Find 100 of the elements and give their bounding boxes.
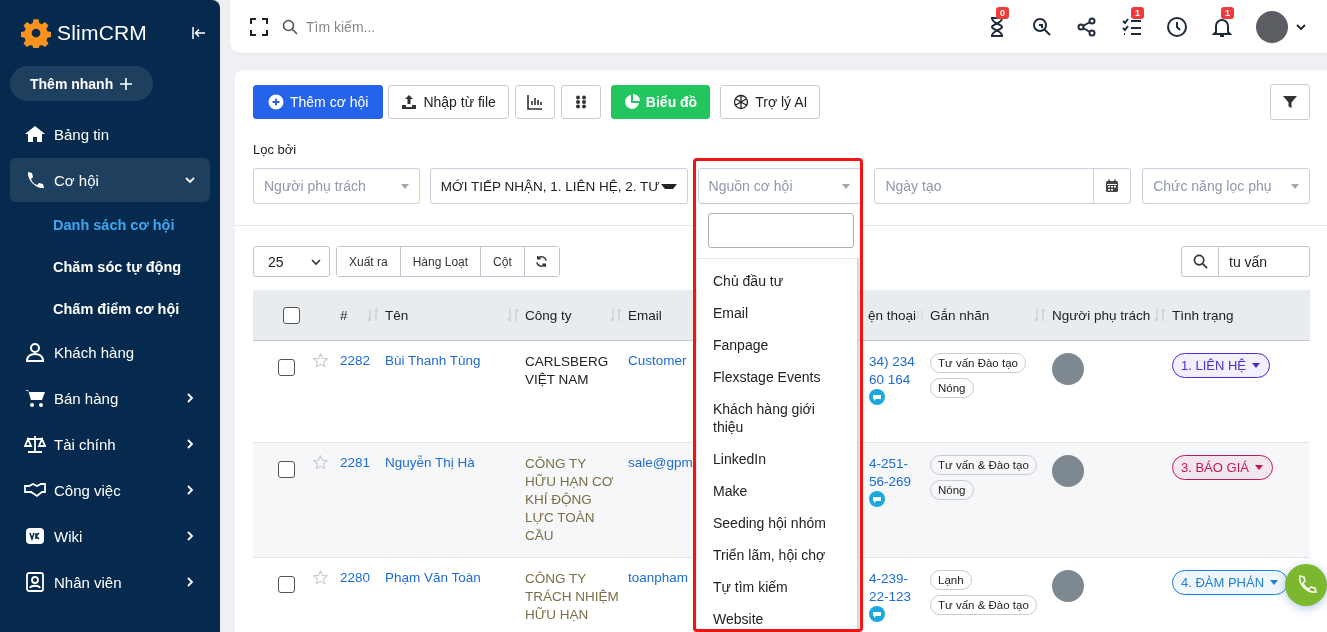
user-avatar	[1052, 570, 1084, 602]
table-action-button[interactable]: Xuất ra	[337, 247, 401, 276]
select-all-checkbox[interactable]	[283, 306, 300, 324]
bar-chart-button[interactable]	[514, 85, 555, 119]
caret-down-icon	[1251, 361, 1262, 370]
sidebar-item[interactable]: Wiki	[10, 514, 210, 558]
date-input[interactable]: Ngày tạo	[875, 169, 1094, 203]
status-dropdown[interactable]: 4. ĐÀM PHÁN	[1172, 570, 1289, 595]
chevron-right-icon	[184, 484, 196, 496]
app-logo-text: SlimCRM	[57, 21, 148, 45]
date-field[interactable]: Ngày tạo	[874, 168, 1132, 204]
chat-bubble-icon[interactable]	[869, 491, 885, 507]
collapse-icon[interactable]	[191, 25, 207, 41]
table-cell-text: CÔNG TY HỮU HẠN CƠ KHÍ ĐỘNG LỰC TOÀN CẦU	[525, 455, 615, 545]
user-avatar	[1052, 455, 1084, 487]
chevron-down-icon	[184, 174, 196, 186]
phone-text[interactable]: 60 164	[869, 371, 911, 389]
search-icon	[1192, 254, 1208, 269]
sidebar-subitem[interactable]: Chăm sóc tự động	[10, 246, 210, 288]
table-cell[interactable]: 2282	[340, 341, 385, 442]
search-button[interactable]	[1181, 246, 1219, 277]
column-header: #	[340, 307, 348, 323]
filter-icon	[1282, 94, 1298, 110]
chat-bubble-icon[interactable]	[869, 389, 885, 405]
plus-icon	[119, 76, 134, 91]
gear-icon	[21, 18, 51, 48]
sidebar-subitem[interactable]: Danh sách cơ hội	[10, 204, 210, 246]
user-avatar[interactable]	[1256, 10, 1288, 43]
bar-chart-icon	[526, 94, 543, 110]
row-checkbox[interactable]	[278, 359, 295, 376]
page-size-select[interactable]: 25	[253, 246, 330, 277]
dropdown-option[interactable]: Seeding hội nhóm	[697, 507, 857, 539]
table-cell[interactable]: Nguyễn Thị Hà	[385, 443, 525, 557]
chevron-right-icon	[184, 530, 196, 542]
chevron-right-icon	[184, 392, 196, 404]
dropdown-option[interactable]: LinkedIn	[697, 443, 857, 475]
phone-text[interactable]: 34) 234	[869, 353, 915, 371]
chevron-right-icon	[184, 438, 196, 450]
sidebar-item[interactable]: Nhân viên	[10, 560, 210, 604]
star-icon[interactable]	[313, 455, 328, 470]
table-cell[interactable]: Bùi Thanh Tùng	[385, 341, 525, 442]
upload-icon	[401, 94, 418, 110]
phone-text[interactable]: 56-269	[869, 473, 912, 491]
dropdown-option[interactable]: Triển lãm, hội chợ	[697, 539, 857, 571]
dropdown-option[interactable]: Tự tìm kiếm	[697, 571, 857, 603]
status-dropdown[interactable]: 3. BÁO GIÁ	[1172, 455, 1273, 480]
sidebar-item[interactable]: Cơ hội	[10, 158, 210, 202]
column-header: Tình trạng	[1172, 307, 1234, 323]
sidebar-item[interactable]: Khách hàng	[10, 330, 210, 374]
pie-chart-icon	[623, 94, 640, 110]
phone-text[interactable]: 4-251-	[869, 455, 909, 473]
dropdown-option[interactable]: Make	[697, 475, 857, 507]
ai-assistant-button[interactable]: Trợ lý AI	[720, 85, 821, 119]
sidebar-item[interactable]: Bảng tin	[10, 112, 210, 156]
sidebar-subitem[interactable]: Chấm điểm cơ hội	[10, 288, 210, 330]
add-opportunity-button[interactable]: Thêm cơ hội	[253, 85, 384, 119]
chat-bubble-icon[interactable]	[869, 606, 885, 622]
phone-text[interactable]: 22-123	[869, 588, 912, 606]
star-icon[interactable]	[313, 353, 328, 368]
card-icon	[24, 572, 46, 592]
filter-button[interactable]	[1270, 84, 1310, 120]
grid-button[interactable]	[560, 85, 601, 119]
column-header: Gắn nhãn	[930, 307, 990, 323]
dropdown-option[interactable]: Khách hàng giới thiệu	[697, 393, 857, 443]
cart-icon	[24, 388, 46, 408]
phone-text[interactable]: 4-239-	[869, 570, 909, 588]
table-cell[interactable]: 2280	[340, 558, 385, 632]
table-search-field[interactable]: tu vấn	[1219, 246, 1310, 277]
dropdown-option[interactable]: Email	[697, 297, 857, 329]
dropdown-option[interactable]: Flexstage Events	[697, 361, 857, 393]
dots-grid-icon	[574, 95, 587, 109]
dropdown-option[interactable]: Fanpage	[697, 329, 857, 361]
column-header: Người phụ trách	[1052, 307, 1151, 323]
table-cell[interactable]: Phạm Văn Toàn	[385, 558, 525, 632]
import-button[interactable]: Nhập từ file	[388, 85, 509, 119]
notification-badge: 1	[1131, 6, 1144, 19]
row-checkbox[interactable]	[278, 461, 295, 478]
dropdown-option[interactable]: Website	[697, 603, 857, 632]
plus-circle-icon	[268, 94, 284, 110]
dropdown-search-field[interactable]	[708, 213, 854, 248]
refresh-icon	[535, 255, 549, 268]
status-dropdown[interactable]: 1. LIÊN HỆ	[1172, 353, 1271, 378]
sidebar-item[interactable]: Công việc	[10, 468, 210, 512]
status-select[interactable]: MỚI TIẾP NHẬN, 1. LIÊN HỆ, 2. TƯ	[429, 168, 688, 204]
table-cell[interactable]: 2281	[340, 443, 385, 557]
dropdown-option[interactable]: Chủ đầu tư	[697, 265, 857, 297]
notification-badge: 1	[1221, 6, 1234, 19]
star-icon[interactable]	[313, 570, 328, 585]
fullscreen-icon[interactable]	[250, 17, 268, 36]
sidebar-item[interactable]: Bán hàng	[10, 376, 210, 420]
calendar-icon[interactable]	[1105, 179, 1120, 193]
sidebar-item[interactable]: Tài chính	[10, 422, 210, 466]
row-checkbox[interactable]	[278, 576, 295, 593]
clock-icon[interactable]	[1166, 15, 1188, 38]
share-icon[interactable]	[1076, 15, 1098, 38]
table-cell-text: CARLSBERG VIỆT NAM	[525, 353, 610, 389]
filter-label: Lọc bởi	[253, 142, 298, 157]
magnifier-key-icon[interactable]	[1031, 15, 1053, 38]
search-icon	[282, 18, 298, 35]
quick-add-button[interactable]: Thêm nhanh	[10, 66, 154, 101]
